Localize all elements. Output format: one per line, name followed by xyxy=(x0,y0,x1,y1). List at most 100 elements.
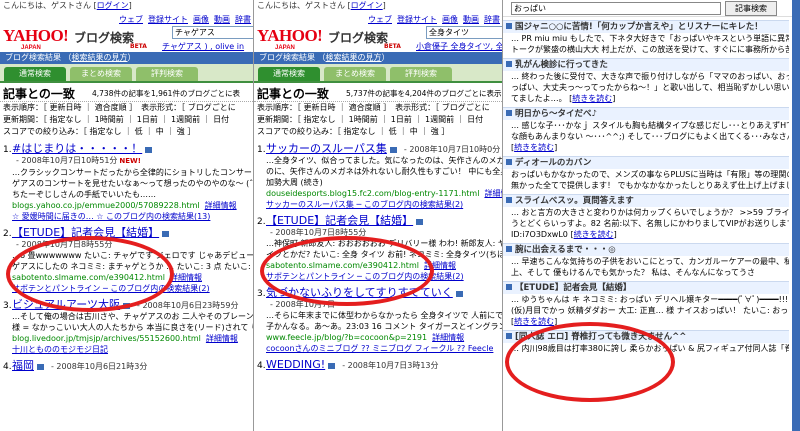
result-number: 2. xyxy=(3,229,12,239)
login-link[interactable]: ログイン xyxy=(351,1,383,10)
tab-normal[interactable]: 通常検索 xyxy=(4,67,66,81)
result-title-link[interactable]: #はじまりは・・・・・！ xyxy=(12,142,142,155)
search-input[interactable]: チャゲアス xyxy=(172,26,253,39)
result-number: 2. xyxy=(257,217,266,227)
entry-title[interactable]: 【ETUDE】記者会見【結婚】 xyxy=(503,281,789,294)
blog-icon xyxy=(455,290,463,297)
side-strip xyxy=(792,0,800,431)
sort-options[interactable]: 表示順序：［ 更新日時 ｜ 適合度順 ］ 表示形式：［ ブログごとに xyxy=(254,102,502,114)
tab-reputation[interactable]: 評判検索 xyxy=(136,67,198,81)
result-number: 4. xyxy=(257,361,266,371)
result-item: 2. 【ETUDE】記者会見【結婚】- 2008年10月7日8時55分 …6 畳… xyxy=(0,227,253,294)
detail-link[interactable]: 詳細情報 xyxy=(206,334,238,343)
result-url: douseidesports.blog15.fc2.com/blog-entry… xyxy=(266,188,502,199)
summary-row: 記事との一致 5,737件の記事を4,204件のブログごとに表示 xyxy=(254,83,502,102)
greeting-text: こんにちは、ゲストさん xyxy=(3,1,91,10)
search-input[interactable]: 全身タイツ xyxy=(426,26,502,39)
result-title-link[interactable]: 気づかないふりをしてすりすてていく xyxy=(266,286,453,299)
related-keywords[interactable]: チャゲアス ) , olive in xyxy=(162,41,244,52)
result-url: sabotento.slmame.com/e390412.html 詳細情報 xyxy=(12,273,202,282)
nav-registered[interactable]: 登録サイト xyxy=(397,15,437,24)
yahoo-logo[interactable]: YAHOO! JAPAN xyxy=(3,24,67,50)
search-button[interactable]: 記事検索 xyxy=(725,1,777,16)
tab-summary[interactable]: まとめ検索 xyxy=(70,67,132,81)
result-title-link[interactable]: 【ETUDE】記者会見【結婚】 xyxy=(266,214,413,227)
tab-reputation[interactable]: 評判検索 xyxy=(390,67,452,81)
entry-title[interactable]: 乳がん検診に行ってきた xyxy=(503,58,789,71)
result-date: - 2008年10月7日8時55分 xyxy=(16,240,113,249)
entry-text: … 終わった後に受付で、大きな声で振り付けしながら「ママのおっぱい、おっぱい、お… xyxy=(511,72,789,81)
summary-heading: 記事との一致 xyxy=(3,87,75,101)
search-input[interactable]: おっぱい xyxy=(511,2,721,15)
beta-badge: BETA xyxy=(130,43,147,50)
entry-title[interactable]: [同人誌 エロ] 脊椎打っても微き夭ません^^ xyxy=(503,330,789,343)
svg-text:JAPAN: JAPAN xyxy=(21,45,41,50)
nav-registered[interactable]: 登録サイト xyxy=(148,15,188,24)
sort-options[interactable]: 表示順序：［ 更新日時 ｜ 適合度順 ］ 表示形式：［ ブログごとに xyxy=(0,102,253,114)
result-url: blogs.yahoo.co.jp/emmue2000/57089228.htm… xyxy=(12,201,237,210)
detail-link[interactable]: 詳細情報 xyxy=(205,201,237,210)
result-item: 4. WEDDING! - 2008年10月7日3時13分 xyxy=(254,359,502,371)
result-source[interactable]: サッカーのスルーパス集 ─ このブログ内の検索結果(2) xyxy=(266,199,502,210)
detail-link[interactable]: 詳細情報 xyxy=(432,333,464,342)
summary-count: 4,738件の記事を1,961件のブログごとに表 xyxy=(92,89,240,98)
result-title-link[interactable]: ビジュアルアーツ大阪 xyxy=(12,298,120,311)
tab-normal[interactable]: 通常検索 xyxy=(258,67,320,81)
entry-title[interactable]: 国ジャニ○○に苦情!「何カップか言えや」とリスナーにキレた！ xyxy=(503,20,789,33)
yahoo-logo[interactable]: YAHOO! JAPAN xyxy=(257,24,321,50)
read-more-link[interactable]: 続きを読む xyxy=(514,143,554,152)
beta-badge: BETA xyxy=(384,43,401,50)
result-source[interactable]: サボテンとパントライン ─ このブログ内の検索結果(2) xyxy=(12,283,253,294)
list-item: [同人誌 エロ] 脊椎打っても微き夭ません^^ … 内川98歳目は打率380に誇… xyxy=(503,330,789,354)
detail-link[interactable]: 詳細情報 xyxy=(170,273,202,282)
entry-title[interactable]: スライムべスッ。頁問答えます xyxy=(503,194,789,207)
result-title-link[interactable]: 【ETUDE】記者会見【結婚】 xyxy=(12,226,159,239)
result-source[interactable]: ☆ 愛媛時間に届きの… ☆ このブログ内の検索結果(13) xyxy=(12,211,253,222)
entry-title[interactable]: 腕に出会えるまで・・・◎ xyxy=(503,243,789,256)
nav-web[interactable]: ウェブ xyxy=(119,15,143,24)
result-date: - 2008年10月7日8時55分 xyxy=(270,228,367,237)
period-options[interactable]: 更新期間：［ 指定なし ｜ 1時間前 ｜ 1日前 ｜ 1週間前 ｜ 日付 xyxy=(0,114,253,126)
nav-image[interactable]: 画像 xyxy=(442,15,458,24)
period-options[interactable]: 更新期間：［ 指定なし ｜ 1時間前 ｜ 1日前 ｜ 1週間前 ｜ 日付 xyxy=(254,114,502,126)
related-keywords[interactable]: 小倉優子 全身タイツ, 全身 xyxy=(416,41,502,52)
nav-video[interactable]: 動画 xyxy=(463,15,479,24)
read-more-link[interactable]: 続きを読む xyxy=(574,230,614,239)
read-more-link[interactable]: 続きを読む xyxy=(514,317,554,326)
score-filter[interactable]: スコアでの絞り込み：［ 指定なし ｜ 低 ｜ 中 ｜ 強 ］ xyxy=(0,126,253,138)
snippet-line: のに、矢作さんのメガネは外れないし耐久性もすごい！ 中にも全身タイツを xyxy=(266,167,502,176)
result-date: - 2008年10月7日10時0分 xyxy=(403,145,501,154)
result-source[interactable]: 十川ともののモジモジ日記 xyxy=(12,344,253,355)
nav-video[interactable]: 動画 xyxy=(214,15,230,24)
result-title-link[interactable]: WEDDING! xyxy=(266,358,325,371)
nav-dictionary[interactable]: 辞書 xyxy=(484,15,500,24)
tab-summary[interactable]: まとめ検索 xyxy=(324,67,386,81)
read-more-link[interactable]: 続きを読む xyxy=(572,94,612,103)
snippet-line: ゲアスのコンサートを見せたいなぁ〜って想ったのやのやのな〜 (ˆ ˆ) xyxy=(12,179,253,188)
results-help-link[interactable]: 検索結果の見方 xyxy=(326,53,382,62)
greeting-text: こんにちは、ゲストさん xyxy=(257,1,345,10)
nav-image[interactable]: 画像 xyxy=(193,15,209,24)
result-item: 3. ビジュアルアーツ大阪 - 2008年10月6日23時59分 …そして俺の場合… xyxy=(0,299,253,355)
login-link[interactable]: ログイン xyxy=(97,1,129,10)
entry-title[interactable]: ディオールのカバン xyxy=(503,156,789,169)
entry-title[interactable]: 明日から〜タイだべ♪ xyxy=(503,107,789,120)
results-help-link[interactable]: 検索結果の見方 xyxy=(72,53,128,62)
result-source[interactable]: cocoonさんのミニブログ ?? ミニブログ フィークル ?? Feecle xyxy=(266,343,502,354)
result-number: 1. xyxy=(257,145,266,155)
entry-text: てましたよ…。 [続きを読む] xyxy=(511,94,616,103)
list-item: 国ジャニ○○に苦情!「何カップか言えや」とリスナーにキレた！ … PR miu … xyxy=(503,20,789,55)
detail-link[interactable]: 詳細情報 xyxy=(484,189,502,198)
result-date: - 2008年10月7日10時51分 xyxy=(16,156,118,165)
result-title-link[interactable]: 福岡 xyxy=(12,359,34,372)
snippet-line: イツとかだ? たいこ: 全身 タイツ お前! ネコミミ: 全身タイツ(ちほっ xyxy=(266,250,502,259)
result-source[interactable]: サボテンとパントライン ─ このブログ内の検索結果(2) xyxy=(266,271,502,282)
result-title-link[interactable]: サッカーのスルーパス集 xyxy=(266,142,387,155)
bullet-icon xyxy=(506,159,512,165)
score-filter[interactable]: スコアでの絞り込み：［ 指定なし ｜ 低 ｜ 中 ｜ 強 ］ xyxy=(254,126,502,138)
nav-dictionary[interactable]: 辞書 xyxy=(235,15,251,24)
entry-text: … おと言方の大きさと変わりかは何カップくらいでしょうか？ >>59 ブライドな… xyxy=(511,208,789,217)
nav-web[interactable]: ウェブ xyxy=(368,15,392,24)
entry-text: … PR miu miu もしたで、下ネタ大好きで「おっぱいやキスという単語に異… xyxy=(511,34,789,43)
detail-link[interactable]: 詳細情報 xyxy=(424,261,456,270)
